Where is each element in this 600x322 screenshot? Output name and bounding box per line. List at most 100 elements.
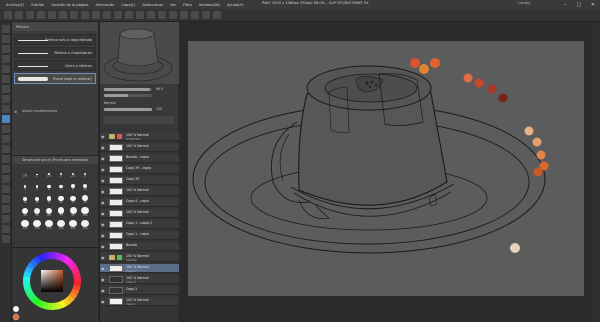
tool-icon[interactable] bbox=[2, 125, 10, 133]
layer-row[interactable]: ◉ 100 % Normal Capa 1 bbox=[100, 297, 179, 306]
visibility-eye-icon[interactable]: ◉ bbox=[101, 200, 106, 205]
brush-size-preset[interactable]: 170 bbox=[44, 220, 54, 230]
tool-icon[interactable] bbox=[2, 135, 10, 143]
tool-icon[interactable] bbox=[2, 25, 10, 33]
layer-row[interactable]: ◉ Capa 1 - copia 2 bbox=[100, 220, 179, 229]
brush-size-preset[interactable]: 15 bbox=[32, 194, 42, 204]
layer-row[interactable]: ◉ Boceto - copia bbox=[100, 154, 179, 163]
brush-size-preset[interactable]: 5 bbox=[32, 181, 42, 191]
tool-icon[interactable] bbox=[2, 115, 10, 123]
layer-row[interactable]: ◉ Capa 4 - copia bbox=[100, 198, 179, 207]
brush-size-preset[interactable]: 10 bbox=[80, 181, 90, 191]
brush-size-preset[interactable]: 80 bbox=[68, 207, 78, 217]
toolbar-button-icon[interactable] bbox=[37, 11, 45, 19]
tool-icon[interactable] bbox=[2, 165, 10, 173]
navigator-preview[interactable] bbox=[100, 22, 179, 84]
brush-size-preset[interactable]: 12 bbox=[20, 194, 30, 204]
toolbar-button-icon[interactable] bbox=[70, 11, 78, 19]
toolbar-button-icon[interactable] bbox=[180, 11, 188, 19]
brush-size-preset[interactable]: 30 bbox=[80, 194, 90, 204]
maximize-icon[interactable]: □ bbox=[572, 0, 586, 9]
tool-icon[interactable] bbox=[2, 185, 10, 193]
toolbar-button-icon[interactable] bbox=[136, 11, 144, 19]
visibility-eye-icon[interactable]: ◉ bbox=[101, 244, 106, 249]
brush-size-preset[interactable]: 120 bbox=[20, 220, 30, 230]
brush-size-preset[interactable]: 8 bbox=[68, 181, 78, 191]
visibility-eye-icon[interactable]: ◉ bbox=[101, 178, 106, 183]
toolbar-button-icon[interactable] bbox=[169, 11, 177, 19]
tool-icon[interactable] bbox=[2, 35, 10, 43]
menu-item[interactable]: Animación bbox=[95, 3, 114, 7]
layer-row[interactable]: ◉ Capa 2 bbox=[100, 286, 179, 295]
blend-mode[interactable]: Normal bbox=[104, 101, 116, 105]
minimize-icon[interactable]: – bbox=[558, 0, 572, 9]
canvas[interactable] bbox=[179, 22, 600, 322]
menu-item[interactable]: Gestión de la página bbox=[51, 3, 88, 7]
layer-folder-row[interactable]: ◉ 100 % Normal 33 Boceto bbox=[100, 132, 179, 141]
brush-size-preset[interactable]: 17 bbox=[44, 194, 54, 204]
visibility-eye-icon[interactable]: ◉ bbox=[101, 222, 106, 227]
tool-icon[interactable] bbox=[2, 75, 10, 83]
visibility-eye-icon[interactable]: ◉ bbox=[101, 189, 106, 194]
tool-icon[interactable] bbox=[2, 215, 10, 223]
tool-icon[interactable] bbox=[2, 85, 10, 93]
toolbar-button-icon[interactable] bbox=[26, 11, 34, 19]
brush-size-preset[interactable]: 20 bbox=[56, 194, 66, 204]
layer-row[interactable]: ◉ 100 % Normal bbox=[100, 209, 179, 218]
toolbar-button-icon[interactable] bbox=[81, 11, 89, 19]
menu-item[interactable]: Filtro bbox=[183, 3, 192, 7]
visibility-eye-icon[interactable]: ◉ bbox=[101, 277, 106, 282]
opacity-slider[interactable] bbox=[104, 108, 152, 111]
toolbar-button-icon[interactable] bbox=[158, 11, 166, 19]
subtool-item[interactable]: Relleno solo a capa editada bbox=[14, 34, 96, 45]
layer-row[interactable]: ◉ 100 % Normal Capa 3 bbox=[100, 275, 179, 284]
add-icon[interactable]: ⊕ bbox=[14, 109, 17, 114]
visibility-eye-icon[interactable]: ◉ bbox=[101, 288, 106, 293]
tool-icon[interactable] bbox=[2, 195, 10, 203]
brush-size-preset[interactable]: 150 bbox=[32, 220, 42, 230]
menu-item[interactable]: Edición bbox=[31, 3, 44, 7]
toolbar-button-icon[interactable] bbox=[92, 11, 100, 19]
layer-row[interactable]: ◉ 100 % Normal bbox=[100, 187, 179, 196]
color-wheel[interactable] bbox=[12, 248, 98, 322]
layer-folder-row[interactable]: ◉ 100 % Normal Colores bbox=[100, 253, 179, 262]
tool-icon[interactable] bbox=[2, 55, 10, 63]
menu-item[interactable]: Ventana(W) bbox=[199, 3, 220, 7]
visibility-eye-icon[interactable]: ◉ bbox=[101, 145, 106, 150]
visibility-eye-icon[interactable]: ◉ bbox=[101, 211, 106, 216]
tool-icon[interactable] bbox=[2, 95, 10, 103]
toolbar-button-icon[interactable] bbox=[125, 11, 133, 19]
brush-size-preset[interactable]: 1 bbox=[32, 168, 42, 178]
brush-size-preset[interactable]: 60 bbox=[44, 207, 54, 217]
toolbar-button-icon[interactable] bbox=[48, 11, 56, 19]
subtool-item[interactable]: Relleno a rinperlaaran bbox=[14, 47, 96, 58]
visibility-eye-icon[interactable]: ◉ bbox=[101, 299, 106, 304]
brush-size-preset[interactable]: 3 bbox=[80, 168, 90, 178]
subtool-item[interactable]: Cierre y rellenar bbox=[14, 60, 96, 71]
layer-row[interactable]: ◉ Capa 1 - copia bbox=[100, 231, 179, 240]
menu-item[interactable]: Capa(L) bbox=[121, 3, 135, 7]
brush-size-preset[interactable]: 7 bbox=[56, 181, 66, 191]
layer-row[interactable]: ◉ Boceto bbox=[100, 242, 179, 251]
brush-size-preset[interactable]: 40 bbox=[20, 207, 30, 217]
tool-icon[interactable] bbox=[2, 45, 10, 53]
tool-icon[interactable] bbox=[2, 105, 10, 113]
brush-size-preset[interactable]: 70 bbox=[56, 207, 66, 217]
tool-icon[interactable] bbox=[2, 65, 10, 73]
tool-icon[interactable] bbox=[2, 205, 10, 213]
brush-size-preset[interactable]: 6 bbox=[44, 181, 54, 191]
zoom-slider[interactable] bbox=[104, 88, 152, 91]
brush-size-preset[interactable]: 2.5 bbox=[68, 168, 78, 178]
toolbar-button-icon[interactable] bbox=[103, 11, 111, 19]
vertical-scrollbar[interactable] bbox=[593, 22, 600, 322]
brush-size-preset[interactable]: 1.5 bbox=[44, 168, 54, 178]
toolbar-button-icon[interactable] bbox=[15, 11, 23, 19]
brush-size-preset[interactable]: 250 bbox=[68, 220, 78, 230]
layer-row[interactable]: ◉ 100 % Normal bbox=[100, 143, 179, 152]
visibility-eye-icon[interactable]: ◉ bbox=[101, 134, 106, 139]
toolbar-button-icon[interactable] bbox=[4, 11, 12, 19]
visibility-eye-icon[interactable]: ◉ bbox=[101, 167, 106, 172]
add-subtool-label[interactable]: Añadir sustitamiento bbox=[22, 109, 57, 113]
layer-row[interactable]: ◉ Capa 39 bbox=[100, 176, 179, 185]
toolbar-button-icon[interactable] bbox=[59, 11, 67, 19]
